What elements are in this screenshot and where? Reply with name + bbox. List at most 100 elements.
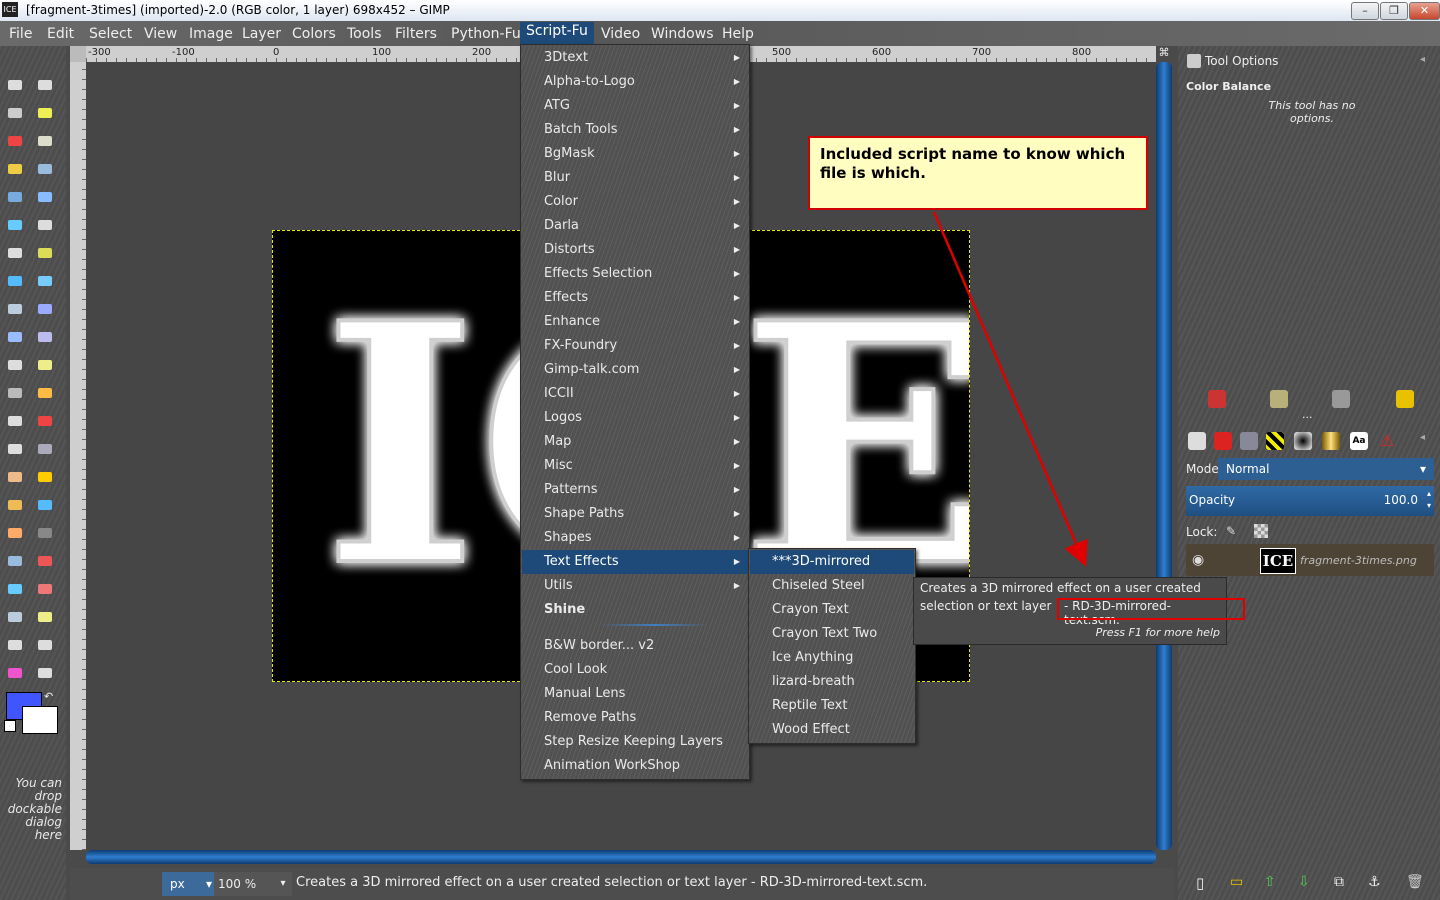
script-fu-menu-item[interactable]: Text Effects ▶ (522, 550, 748, 574)
script-fu-menu-item[interactable]: FX-Foundry ▶ (522, 334, 748, 358)
script-fu-menu-item[interactable]: ATG ▶ (522, 94, 748, 118)
tool-button[interactable] (4, 494, 26, 516)
text-effects-item[interactable]: ***3D-mirrored (750, 550, 914, 574)
script-fu-menu-item[interactable]: Distorts ▶ (522, 238, 748, 262)
brushes-tab-icon[interactable] (1294, 432, 1312, 450)
anchor-layer-icon[interactable]: ⚓ (1368, 874, 1381, 890)
script-fu-menu-item[interactable]: Cool Look (522, 658, 748, 682)
script-fu-menu-item[interactable]: Alpha-to-Logo ▶ (522, 70, 748, 94)
script-fu-menu-item[interactable]: Step Resize Keeping Layers (522, 730, 748, 754)
delete-options-icon[interactable] (1332, 390, 1350, 408)
tool-button[interactable] (34, 158, 56, 180)
tool-button[interactable] (4, 326, 26, 348)
tool-button[interactable] (4, 522, 26, 544)
background-color-swatch[interactable] (22, 706, 58, 734)
script-fu-menu-item[interactable]: Remove Paths (522, 706, 748, 730)
script-fu-menu-item[interactable]: Enhance ▶ (522, 310, 748, 334)
tool-options-tab[interactable]: Tool Options (1205, 54, 1278, 68)
default-colors-icon[interactable] (4, 720, 16, 732)
tool-button[interactable] (4, 606, 26, 628)
channels-tab-icon[interactable] (1214, 432, 1232, 450)
tool-button[interactable] (34, 522, 56, 544)
tool-button[interactable] (34, 186, 56, 208)
tool-button[interactable] (34, 74, 56, 96)
script-fu-menu-item[interactable]: ICCII ▶ (522, 382, 748, 406)
script-fu-menu-item[interactable]: Shapes ▶ (522, 526, 748, 550)
text-effects-item[interactable]: Ice Anything (750, 646, 914, 670)
script-fu-menu-item[interactable]: Effects ▶ (522, 286, 748, 310)
tool-button[interactable] (4, 382, 26, 404)
script-fu-menu-item[interactable]: Darla ▶ (522, 214, 748, 238)
fonts-tab-icon[interactable]: Aa (1350, 432, 1368, 450)
tool-button[interactable] (4, 662, 26, 684)
tool-button[interactable] (4, 74, 26, 96)
menu-view[interactable]: View (140, 25, 181, 45)
tool-button[interactable] (34, 354, 56, 376)
tool-button[interactable] (34, 438, 56, 460)
duplicate-layer-icon[interactable]: ⧉ (1334, 874, 1344, 890)
delete-layer-icon[interactable]: 🗑 (1406, 874, 1424, 890)
tool-button[interactable] (34, 606, 56, 628)
script-fu-menu-item[interactable]: Misc ▶ (522, 454, 748, 478)
paths-tab-icon[interactable] (1240, 432, 1258, 450)
tool-button[interactable] (34, 242, 56, 264)
script-fu-menu-item[interactable]: 3Dtext ▶ (522, 46, 748, 70)
reset-options-icon[interactable] (1396, 390, 1414, 408)
swap-colors-icon[interactable]: ↶ (44, 690, 53, 703)
restore-options-icon[interactable] (1270, 390, 1288, 408)
tool-button[interactable] (34, 410, 56, 432)
tool-button[interactable] (34, 550, 56, 572)
horizontal-scrollbar[interactable] (86, 850, 1156, 864)
tool-button[interactable] (4, 130, 26, 152)
layer-group-icon[interactable]: ▭ (1230, 874, 1243, 890)
script-fu-menu-item[interactable]: Gimp-talk.com ▶ (522, 358, 748, 382)
tool-button[interactable] (34, 298, 56, 320)
maximize-button[interactable]: ❐ (1380, 2, 1408, 20)
menu-help[interactable]: Help (718, 25, 758, 45)
script-fu-menu-item[interactable]: Effects Selection ▶ (522, 262, 748, 286)
tool-button[interactable] (34, 382, 56, 404)
minimize-button[interactable]: – (1351, 2, 1379, 20)
layers-tab-icon[interactable] (1188, 432, 1206, 450)
text-effects-item[interactable]: Crayon Text (750, 598, 914, 622)
text-effects-item[interactable]: Reptile Text (750, 694, 914, 718)
script-fu-menu-item[interactable]: Batch Tools ▶ (522, 118, 748, 142)
gradients-tab-icon[interactable] (1322, 432, 1340, 450)
tool-button[interactable] (34, 662, 56, 684)
eye-icon[interactable]: ◉ (1192, 552, 1204, 568)
script-fu-menu-item[interactable]: Utils ▶ (522, 574, 748, 598)
script-fu-menu-item[interactable]: Animation WorkShop (522, 754, 748, 778)
raise-layer-icon[interactable]: ⇧ (1264, 874, 1276, 890)
tool-button[interactable] (34, 326, 56, 348)
script-fu-menu-item[interactable]: Shape Paths ▶ (522, 502, 748, 526)
script-fu-menu-item[interactable]: BgMask ▶ (522, 142, 748, 166)
menu-script-fu[interactable]: Script-Fu (520, 22, 594, 44)
script-fu-menu-item[interactable]: Patterns ▶ (522, 478, 748, 502)
mode-select[interactable]: Normal ▾ (1218, 458, 1434, 480)
tool-button[interactable] (34, 578, 56, 600)
tool-button[interactable] (4, 186, 26, 208)
opacity-spinner-icon[interactable]: ▴ ▾ (1427, 488, 1431, 512)
tool-button[interactable] (4, 158, 26, 180)
menu-layer[interactable]: Layer (238, 25, 285, 45)
tool-button[interactable] (34, 634, 56, 656)
script-fu-menu-item[interactable]: Shine (522, 598, 748, 622)
script-fu-menu-item[interactable]: Map ▶ (522, 430, 748, 454)
tool-button[interactable] (4, 270, 26, 292)
script-fu-menu-item[interactable]: B&W border... v2 (522, 634, 748, 658)
menu-edit[interactable]: Edit (43, 25, 78, 45)
error-console-icon[interactable]: ⚠ (1378, 432, 1396, 450)
script-fu-menu-item[interactable]: Manual Lens (522, 682, 748, 706)
menu-image[interactable]: Image (185, 25, 237, 45)
navigate-icon[interactable]: ⌘ (1156, 46, 1172, 62)
script-fu-menu-item[interactable]: Blur ▶ (522, 166, 748, 190)
text-effects-item[interactable]: Wood Effect (750, 718, 914, 742)
lower-layer-icon[interactable]: ⇩ (1298, 874, 1310, 890)
lock-pixels-icon[interactable]: ✎ (1226, 524, 1240, 538)
unit-select[interactable]: px ▾ (162, 872, 218, 896)
tool-button[interactable] (4, 298, 26, 320)
tool-button[interactable] (4, 410, 26, 432)
script-fu-menu-item[interactable]: Color ▶ (522, 190, 748, 214)
dock-menu-icon-2[interactable]: ◂ (1420, 432, 1425, 443)
tool-button[interactable] (4, 102, 26, 124)
